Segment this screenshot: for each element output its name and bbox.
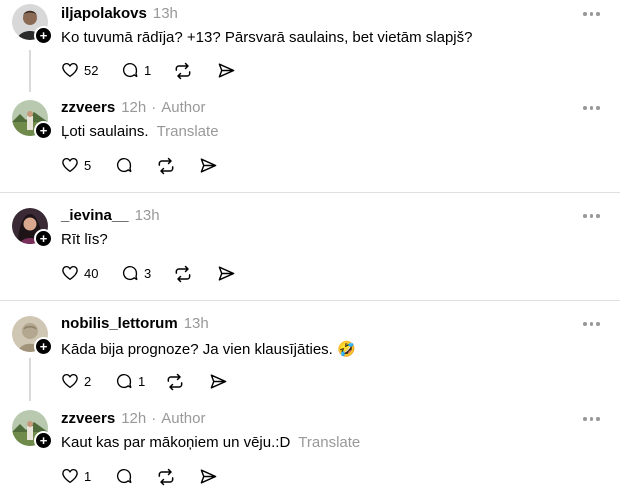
post-time: 13h bbox=[134, 207, 160, 224]
post-time: 12h bbox=[121, 410, 147, 427]
more-icon[interactable] bbox=[583, 103, 603, 113]
like-button[interactable]: 40 bbox=[61, 264, 98, 282]
comment-icon bbox=[116, 468, 132, 484]
send-icon bbox=[200, 469, 217, 484]
like-count: 2 bbox=[84, 373, 92, 389]
send-icon bbox=[200, 158, 217, 173]
repost-icon bbox=[175, 265, 191, 283]
post-text: Kāda bija prognoze? Ja vien klausījāties… bbox=[61, 341, 356, 358]
repost-button[interactable] bbox=[165, 372, 185, 392]
reply-button[interactable]: 1 bbox=[115, 372, 145, 390]
divider bbox=[0, 192, 620, 193]
share-button[interactable] bbox=[217, 61, 236, 80]
send-icon bbox=[218, 266, 235, 281]
username[interactable]: zzveers bbox=[61, 410, 115, 427]
thread-line bbox=[29, 50, 31, 92]
repost-icon bbox=[158, 468, 174, 486]
post-time: 13h bbox=[183, 315, 209, 332]
repost-icon bbox=[175, 62, 191, 80]
reply-button[interactable]: 3 bbox=[121, 264, 151, 282]
like-button[interactable]: 2 bbox=[61, 372, 91, 390]
comment-icon bbox=[116, 157, 132, 173]
like-count: 5 bbox=[84, 157, 92, 173]
post-text: Kaut kas par mākoņiem un vēju.:D bbox=[61, 434, 291, 451]
username[interactable]: nobilis_lettorum bbox=[61, 315, 178, 332]
follow-plus-icon[interactable]: + bbox=[34, 229, 53, 248]
like-count: 40 bbox=[84, 265, 99, 281]
author-tag: Author bbox=[161, 99, 206, 116]
like-button[interactable]: 1 bbox=[61, 467, 91, 485]
share-button[interactable] bbox=[217, 264, 236, 283]
follow-plus-icon[interactable]: + bbox=[34, 431, 53, 450]
share-button[interactable] bbox=[209, 372, 228, 391]
post-text: Rīt līs? bbox=[61, 231, 108, 248]
follow-plus-icon[interactable]: + bbox=[34, 337, 53, 356]
follow-plus-icon[interactable]: + bbox=[34, 121, 53, 140]
like-button[interactable]: 5 bbox=[61, 156, 91, 174]
follow-plus-icon[interactable]: + bbox=[34, 26, 53, 45]
username[interactable]: _ievina__ bbox=[61, 207, 129, 224]
send-icon bbox=[218, 63, 235, 78]
heart-icon bbox=[62, 373, 78, 389]
share-button[interactable] bbox=[199, 467, 218, 486]
more-icon[interactable] bbox=[583, 319, 603, 329]
translate-link[interactable]: Translate bbox=[157, 123, 219, 140]
username[interactable]: zzveers bbox=[61, 99, 115, 116]
divider bbox=[0, 300, 620, 301]
like-button[interactable]: 52 bbox=[61, 61, 98, 79]
comment-icon bbox=[122, 265, 138, 281]
reply-button[interactable] bbox=[115, 467, 133, 485]
reply-button[interactable]: 1 bbox=[121, 61, 151, 79]
post-time: 12h bbox=[121, 99, 147, 116]
username[interactable]: iljapolakovs bbox=[61, 5, 147, 22]
repost-button[interactable] bbox=[173, 264, 193, 284]
reply-button[interactable] bbox=[115, 156, 133, 174]
separator-dot: · bbox=[151, 99, 157, 116]
post-time: 13h bbox=[152, 5, 178, 22]
heart-icon bbox=[62, 265, 78, 281]
post-text: Ko tuvumā rādīja? +13? Pārsvarā saulains… bbox=[61, 29, 473, 46]
more-icon[interactable] bbox=[583, 414, 603, 424]
comment-icon bbox=[116, 373, 132, 389]
heart-icon bbox=[62, 157, 78, 173]
send-icon bbox=[210, 374, 227, 389]
translate-link[interactable]: Translate bbox=[298, 434, 360, 451]
reply-count: 1 bbox=[138, 373, 146, 389]
post-text: Ļoti saulains. bbox=[61, 123, 149, 140]
repost-icon bbox=[167, 373, 183, 391]
like-count: 52 bbox=[84, 62, 99, 78]
repost-button[interactable] bbox=[156, 156, 176, 176]
repost-icon bbox=[158, 157, 174, 175]
repost-button[interactable] bbox=[173, 61, 193, 81]
like-count: 1 bbox=[84, 468, 92, 484]
comment-icon bbox=[122, 62, 138, 78]
repost-button[interactable] bbox=[156, 467, 176, 487]
author-tag: Author bbox=[161, 410, 206, 427]
heart-icon bbox=[62, 468, 78, 484]
reply-count: 1 bbox=[144, 62, 152, 78]
more-icon[interactable] bbox=[583, 211, 603, 221]
heart-icon bbox=[62, 62, 78, 78]
share-button[interactable] bbox=[199, 156, 218, 175]
thread-line bbox=[29, 358, 31, 401]
separator-dot: · bbox=[151, 410, 157, 427]
more-icon[interactable] bbox=[583, 9, 603, 19]
reply-count: 3 bbox=[144, 265, 152, 281]
